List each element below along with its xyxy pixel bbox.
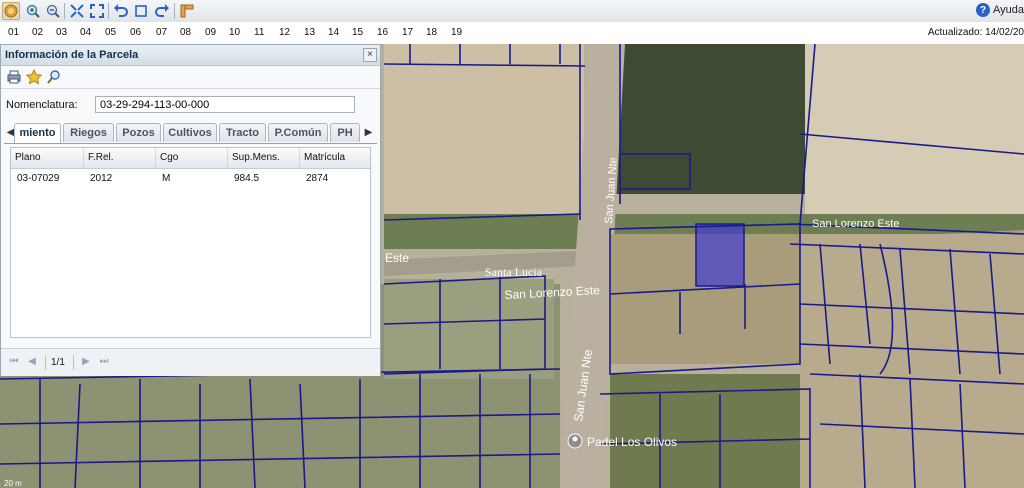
levels-bar: Actualizado: 14/02/20 01 02 03 04 05 06 07 08 09… xyxy=(0,22,1024,45)
full-extent-icon[interactable] xyxy=(68,2,86,20)
level-item-10[interactable]: 10 xyxy=(229,27,240,38)
tab-scroll-right-icon[interactable]: ▶ xyxy=(362,125,375,141)
redo-icon[interactable] xyxy=(153,2,171,20)
level-item-03[interactable]: 03 xyxy=(56,27,67,38)
tab-tracto[interactable]: Tracto xyxy=(219,123,266,142)
search-icon[interactable] xyxy=(46,69,62,85)
level-item-02[interactable]: 02 xyxy=(32,27,43,38)
level-item-11[interactable]: 11 xyxy=(254,27,264,38)
label-este: Este xyxy=(385,251,409,265)
col-sup-mens[interactable]: Sup.Mens. xyxy=(228,148,300,168)
first-page-icon[interactable]: ⏮ xyxy=(7,355,21,369)
level-item-04[interactable]: 04 xyxy=(80,27,91,38)
nomenclatura-label: Nomenclatura: xyxy=(6,99,78,111)
last-page-icon[interactable]: ⏭ xyxy=(97,355,111,369)
measure-icon[interactable] xyxy=(178,2,196,20)
tab-riegos[interactable]: Riegos xyxy=(63,123,114,142)
help-link[interactable]: ? Ayuda xyxy=(976,3,1024,17)
help-label: Ayuda xyxy=(993,4,1024,16)
level-item-15[interactable]: 15 xyxy=(352,27,363,38)
undo-icon[interactable] xyxy=(112,2,130,20)
level-item-16[interactable]: 16 xyxy=(377,27,388,38)
grid-pager: ⏮ ◀ 1/1 ▶ ⏭ xyxy=(1,348,380,376)
panel-header: Información de la Parcela × xyxy=(1,45,380,66)
select-box-icon[interactable] xyxy=(132,2,150,20)
level-item-13[interactable]: 13 xyxy=(304,27,315,38)
level-item-14[interactable]: 14 xyxy=(328,27,339,38)
panel-title: Información de la Parcela xyxy=(5,49,139,61)
globe-icon[interactable] xyxy=(2,2,20,20)
level-item-05[interactable]: 05 xyxy=(105,27,116,38)
help-icon: ? xyxy=(976,3,990,17)
grid-header: Plano F.Rel. Cgo Sup.Mens. Matrícula xyxy=(11,148,370,169)
level-item-07[interactable]: 07 xyxy=(156,27,167,38)
tab-cultivos[interactable]: Cultivos xyxy=(163,123,217,142)
printer-icon[interactable] xyxy=(6,69,22,85)
toolbar-separator xyxy=(64,3,65,19)
nomenclatura-field[interactable] xyxy=(95,96,355,113)
col-matricula[interactable]: Matrícula xyxy=(300,148,370,168)
parcel-info-panel: Información de la Parcela × Nomenclatura… xyxy=(0,44,381,376)
page-info: 1/1 xyxy=(51,357,65,368)
updated-label: Actualizado: 14/02/20 xyxy=(927,27,1024,38)
cell-cgo: M xyxy=(162,173,171,184)
expand-icon[interactable] xyxy=(88,2,106,20)
level-item-09[interactable]: 09 xyxy=(205,27,216,38)
scale-label: 20 m xyxy=(4,479,22,488)
tab-ph[interactable]: PH xyxy=(330,123,360,142)
level-item-12[interactable]: 12 xyxy=(279,27,290,38)
toolbar-separator xyxy=(108,3,109,19)
close-button[interactable]: × xyxy=(363,48,377,62)
plano-grid: Plano F.Rel. Cgo Sup.Mens. Matrícula 03-… xyxy=(10,147,371,338)
star-icon[interactable] xyxy=(26,69,42,85)
table-row[interactable]: 03-07029 2012 M 984.5 2874 xyxy=(11,169,370,189)
tab-pozos[interactable]: Pozos xyxy=(116,123,161,142)
level-item-01[interactable]: 01 xyxy=(8,27,19,38)
panel-tabs: ◀ miento Riegos Pozos Cultivos Tracto P.… xyxy=(4,123,377,144)
main-toolbar: ? Ayuda xyxy=(0,0,1024,23)
pager-separator xyxy=(45,355,46,370)
tab-pcomun[interactable]: P.Común xyxy=(268,123,328,142)
pager-separator xyxy=(73,355,74,370)
cell-sup-mens: 984.5 xyxy=(234,173,260,184)
label-santa-lucia: Santa Lucia xyxy=(485,265,543,279)
cell-frel: 2012 xyxy=(90,173,113,184)
col-plano[interactable]: Plano xyxy=(11,148,84,168)
tab-amojonamiento[interactable]: miento xyxy=(14,123,61,143)
cell-plano: 03-07029 xyxy=(17,173,60,184)
next-page-icon[interactable]: ▶ xyxy=(79,355,93,369)
selected-parcel[interactable] xyxy=(695,223,745,287)
level-item-08[interactable]: 08 xyxy=(180,27,191,38)
col-frel[interactable]: F.Rel. xyxy=(84,148,156,168)
level-item-06[interactable]: 06 xyxy=(130,27,141,38)
zoom-out-icon[interactable] xyxy=(44,2,62,20)
level-item-19[interactable]: 19 xyxy=(451,27,462,38)
panel-toolbar xyxy=(1,66,380,89)
prev-page-icon[interactable]: ◀ xyxy=(25,355,39,369)
level-item-18[interactable]: 18 xyxy=(426,27,437,38)
level-item-17[interactable]: 17 xyxy=(402,27,413,38)
zoom-in-icon[interactable] xyxy=(24,2,42,20)
cell-matricula: 2874 xyxy=(306,173,329,184)
label-san-lorenzo-este-right: San Lorenzo Este xyxy=(812,218,899,230)
label-padel: Padel Los Olivos xyxy=(587,435,677,449)
col-cgo[interactable]: Cgo xyxy=(156,148,228,168)
toolbar-separator xyxy=(174,3,175,19)
